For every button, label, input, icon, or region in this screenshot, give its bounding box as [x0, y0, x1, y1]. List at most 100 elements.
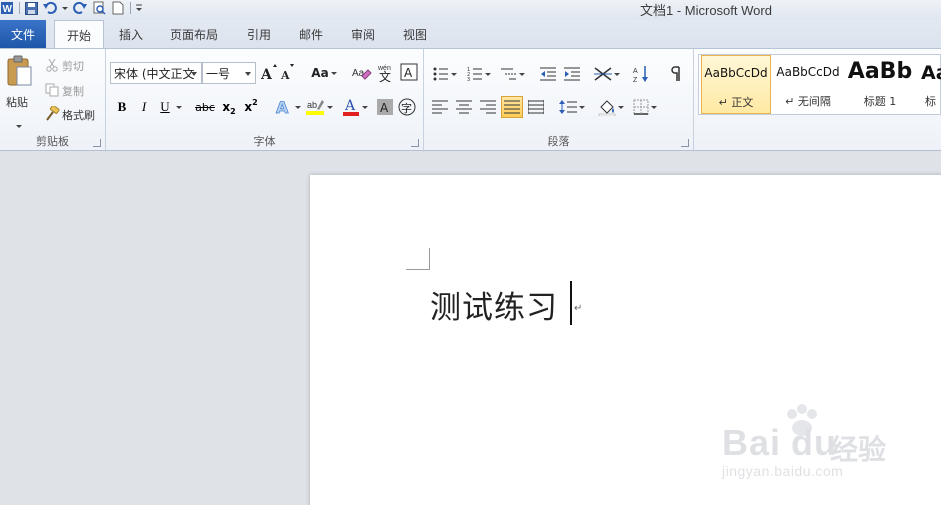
styles-gallery: AaBbCcDd ↵ 正文 AaBbCcDd ↵ 无间隔 AaBb 标题 1 A… [698, 54, 941, 115]
new-document-icon[interactable] [111, 1, 125, 15]
character-border-icon[interactable]: A [400, 63, 418, 81]
scissors-icon[interactable] [44, 57, 60, 73]
style-sample: AaBbCcDd [776, 65, 840, 79]
chevron-down-icon [191, 72, 197, 76]
document-text[interactable]: 测试练习 [430, 282, 558, 327]
watermark-url: jingyan.baidu.com [722, 463, 844, 479]
highlight-color-icon[interactable]: ab [304, 97, 334, 117]
svg-text:Z: Z [633, 77, 638, 83]
italic-icon[interactable]: I [136, 97, 152, 117]
format-painter-icon[interactable] [44, 106, 60, 122]
qat-separator [19, 2, 20, 14]
paragraph-group-label: 段落 [547, 135, 570, 148]
font-launcher-icon[interactable] [411, 139, 419, 147]
clipboard-group: 粘贴 剪切 复制 格式刷 剪贴板 [0, 49, 106, 152]
align-left-icon[interactable] [430, 97, 450, 117]
tab-page-layout[interactable]: 页面布局 [160, 20, 228, 48]
save-icon[interactable] [24, 1, 38, 15]
show-hide-marks-icon[interactable] [668, 64, 686, 84]
qat-separator [130, 2, 131, 14]
style-name: 标 [925, 95, 936, 108]
sort-icon[interactable]: AZ [632, 64, 652, 84]
justify-icon[interactable] [501, 96, 523, 118]
watermark-cn: 经验 [830, 433, 887, 466]
title-bar: W 文档1 - Microsoft Word [0, 0, 941, 20]
tab-review[interactable]: 审阅 [340, 20, 386, 48]
bold-icon[interactable]: B [114, 97, 130, 117]
font-name-value: 宋体 (中文正文 [114, 66, 195, 81]
borders-icon[interactable] [630, 97, 660, 117]
strikethrough-icon[interactable]: abc [194, 97, 216, 117]
underline-icon[interactable]: U [160, 97, 182, 117]
text-effects-icon[interactable]: A [274, 97, 302, 117]
clear-formatting-icon[interactable]: Aa [352, 63, 372, 83]
svg-text:ab: ab [307, 100, 317, 110]
shading-icon[interactable] [596, 97, 626, 117]
redo-icon[interactable] [73, 1, 87, 15]
multilevel-list-icon[interactable] [498, 64, 528, 84]
font-group-label: 字体 [253, 135, 276, 148]
font-color-icon[interactable]: A [340, 97, 370, 117]
paste-icon[interactable] [4, 54, 34, 88]
align-center-icon[interactable] [454, 97, 474, 117]
tab-mailings[interactable]: 邮件 [288, 20, 334, 48]
bullets-icon[interactable] [430, 64, 460, 84]
style-heading-1[interactable]: AaBb 标题 1 [845, 55, 915, 114]
word-app-icon[interactable]: W [0, 1, 14, 15]
svg-text:A: A [380, 101, 389, 115]
cut-button[interactable]: 剪切 [62, 58, 84, 74]
paragraph-launcher-icon[interactable] [681, 139, 689, 147]
style-normal[interactable]: AaBbCcDd ↵ 正文 [701, 55, 771, 114]
numbering-icon[interactable]: 123 [464, 64, 494, 84]
undo-icon[interactable] [43, 1, 57, 15]
change-case-button[interactable]: Aa [309, 63, 339, 83]
line-spacing-icon[interactable] [558, 97, 586, 117]
style-name: ↵ 无间隔 [785, 95, 831, 108]
svg-text:3: 3 [467, 77, 470, 81]
svg-text:A: A [280, 69, 290, 82]
paste-dropdown-icon[interactable] [14, 113, 22, 132]
svg-text:A: A [633, 68, 638, 75]
style-sample: Aa [921, 62, 941, 84]
tab-references[interactable]: 引用 [236, 20, 282, 48]
ribbon-tabs: 文件 开始 插入 页面布局 引用 邮件 审阅 视图 [0, 20, 941, 49]
shrink-font-icon[interactable]: A [280, 63, 296, 83]
font-name-combo[interactable]: 宋体 (中文正文 [110, 62, 202, 84]
text-cursor [570, 281, 572, 325]
style-heading-2[interactable]: Aa 标 [917, 55, 941, 114]
font-size-value: 一号 [206, 66, 231, 81]
clipboard-launcher-icon[interactable] [93, 139, 101, 147]
font-size-combo[interactable]: 一号 [202, 62, 256, 84]
subscript-icon[interactable]: x2 [220, 97, 238, 117]
style-sample: AaBbCcDd [704, 66, 768, 80]
superscript-icon[interactable]: x2 [242, 97, 260, 117]
copy-button[interactable]: 复制 [62, 83, 84, 99]
distributed-icon[interactable] [526, 97, 546, 117]
style-no-spacing[interactable]: AaBbCcDd ↵ 无间隔 [773, 55, 843, 114]
print-preview-icon[interactable] [92, 1, 106, 15]
align-right-icon[interactable] [478, 97, 498, 117]
increase-indent-icon[interactable] [562, 64, 582, 84]
tab-insert[interactable]: 插入 [108, 20, 154, 48]
character-shading-icon[interactable]: A [376, 97, 394, 117]
svg-text:W: W [3, 4, 13, 15]
enclose-characters-icon[interactable]: 字 [398, 97, 416, 117]
tab-view[interactable]: 视图 [392, 20, 438, 48]
word-window: W 文档1 - Microsoft Word 文件 开始 插入 页面布局 引用 … [0, 0, 941, 505]
quick-access-toolbar: W [0, 0, 148, 16]
copy-icon[interactable] [44, 82, 60, 98]
customize-qat-icon[interactable] [135, 1, 143, 15]
style-name: ↵ 正文 [718, 96, 754, 109]
format-painter-button[interactable]: 格式刷 [62, 107, 95, 123]
decrease-indent-icon[interactable] [538, 64, 558, 84]
change-case-label: Aa [311, 66, 329, 80]
svg-text:字: 字 [401, 101, 412, 115]
chinese-layout-icon[interactable] [592, 64, 622, 84]
tab-home[interactable]: 开始 [54, 20, 104, 49]
paste-button[interactable]: 粘贴 [6, 94, 28, 110]
phonetic-guide-icon[interactable]: wén 文 [376, 63, 396, 83]
clipboard-group-label: 剪贴板 [36, 135, 69, 148]
undo-dropdown-icon[interactable] [62, 1, 68, 15]
tab-file[interactable]: 文件 [0, 20, 46, 48]
grow-font-icon[interactable]: A [260, 63, 278, 83]
